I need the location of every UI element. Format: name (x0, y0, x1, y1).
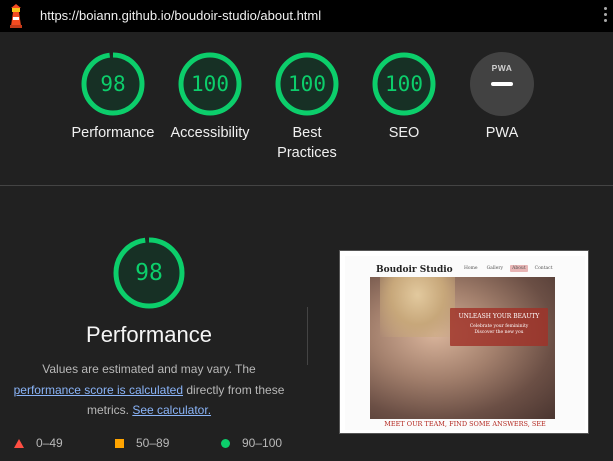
screenshot-hero-overlay: UNLEASH YOUR BEAUTY Celebrate your femin… (450, 308, 548, 346)
square-icon (115, 438, 124, 448)
score-calculated-link[interactable]: performance score is calculated (14, 383, 183, 397)
screenshot-brand: Boudoir Studio (376, 265, 453, 275)
vertical-separator (307, 307, 308, 365)
performance-title: Performance (86, 322, 212, 347)
see-calculator-link[interactable]: See calculator. (132, 403, 211, 417)
performance-gauge-large: 98 (113, 237, 185, 309)
gauge-score: 100 (385, 72, 423, 96)
pwa-badge-icon (470, 52, 534, 116)
screenshot-content: Boudoir Studio Home Gallery About Contac… (345, 256, 585, 430)
gauge-pwa[interactable]: PWA PWA (454, 52, 550, 143)
gauge-score: 100 (288, 72, 326, 96)
legend-fail: 0–49 (14, 436, 63, 450)
legend-range: 50–89 (136, 436, 170, 450)
legend-pass: 90–100 (221, 436, 282, 450)
page-url[interactable]: https://boiann.github.io/boudoir-studio/… (40, 8, 321, 23)
gauge-seo[interactable]: 100 SEO (356, 52, 452, 143)
score-gauges: 98 Performance 100 Accessibility 100 Bes… (0, 32, 613, 184)
screenshot-nav-item: Contact (534, 266, 553, 271)
gauge-label: Performance (71, 125, 155, 141)
kebab-menu-icon[interactable] (601, 7, 609, 25)
gauge-best-practices[interactable]: 100 Best Practices (259, 52, 355, 163)
screenshot-hero-image: UNLEASH YOUR BEAUTY Celebrate your femin… (370, 277, 555, 419)
screenshot-nav-item: Home (464, 266, 478, 271)
legend-range: 90–100 (242, 436, 283, 450)
circle-icon (221, 438, 230, 448)
gauge-accessibility[interactable]: 100 Accessibility (162, 52, 258, 143)
gauge-score: 98 (100, 72, 126, 96)
screenshot-footer-text: MEET OUR TEAM, FIND SOME ANSWERS, SEE (384, 420, 546, 428)
page-screenshot-thumbnail[interactable]: Boudoir Studio Home Gallery About Contac… (339, 250, 589, 434)
lighthouse-icon[interactable] (8, 4, 24, 28)
legend-range: 0–49 (36, 436, 63, 450)
hero-title: UNLEASH YOUR BEAUTY (458, 313, 540, 320)
gauge-label: Best Practices (277, 125, 337, 161)
pwa-badge-text: PWA (491, 63, 513, 73)
hero-line-2: Discover the new you (474, 330, 524, 335)
gauge-label: SEO (388, 125, 420, 141)
hero-line-1: Celebrate your femininity (469, 324, 529, 329)
gauge-label: PWA (485, 125, 519, 141)
hero-photo-detail (380, 277, 455, 337)
desc-text-1: Values are estimated and may vary. The (42, 362, 256, 376)
legend-average: 50–89 (115, 436, 169, 450)
gauge-label: Accessibility (170, 125, 250, 141)
screenshot-nav: Home Gallery About Contact (462, 265, 555, 272)
score-legend: 0–49 50–89 90–100 (14, 436, 304, 452)
screenshot-nav-item-active: About (510, 265, 528, 272)
gauge-score: 100 (191, 72, 229, 96)
screenshot-nav-item: Gallery (486, 266, 504, 271)
performance-score: 98 (135, 260, 163, 286)
triangle-icon (14, 438, 24, 448)
gauge-performance[interactable]: 98 Performance (65, 52, 161, 143)
section-divider (0, 185, 613, 186)
performance-description: Values are estimated and may vary. The p… (8, 359, 290, 421)
top-bar: https://boiann.github.io/boudoir-studio/… (0, 0, 613, 32)
